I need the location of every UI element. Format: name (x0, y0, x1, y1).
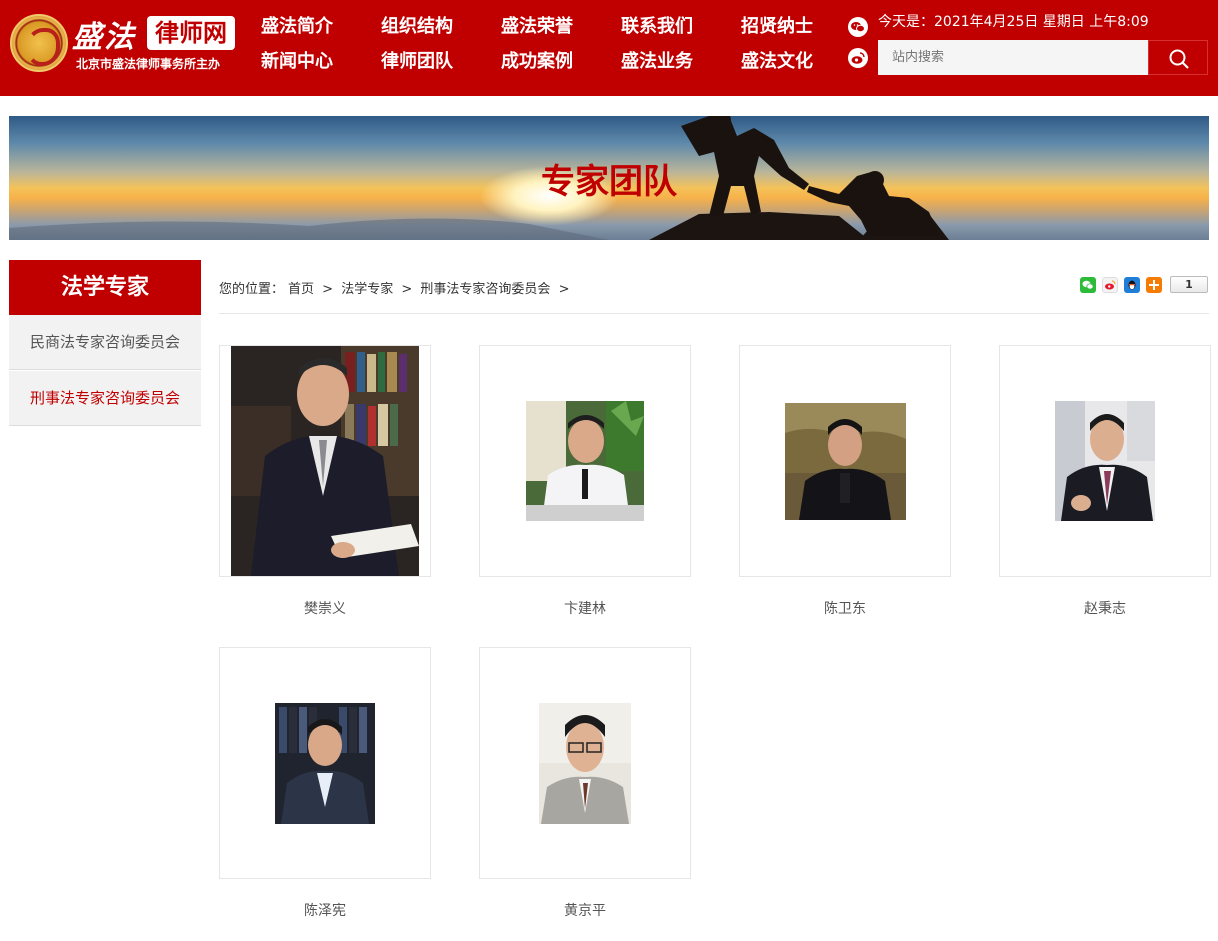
nav-item-recruit[interactable]: 招贤纳士 (741, 12, 813, 38)
expert-card[interactable] (479, 345, 691, 577)
expert-card[interactable] (219, 647, 431, 879)
expert-card[interactable] (739, 345, 951, 577)
breadcrumb-separator: > (322, 282, 334, 297)
expert-photo (785, 403, 906, 520)
expert-photo (539, 703, 631, 824)
expert-card[interactable] (479, 647, 691, 879)
sidebar-item-civil-commercial[interactable]: 民商法专家咨询委员会 (9, 315, 201, 370)
site-logo[interactable]: 盛法 律师网 北京市盛法律师事务所主办 (10, 12, 235, 74)
nav-item-honors[interactable]: 盛法荣誉 (501, 12, 573, 38)
current-date: 今天是：2021年4月25日 星期日 上午8:09 (878, 14, 1149, 30)
breadcrumb-prefix: 您的位置： (219, 282, 285, 297)
nav-item-business[interactable]: 盛法业务 (621, 47, 693, 73)
expert-name[interactable]: 陈泽宪 (219, 900, 431, 920)
search-icon (1169, 49, 1189, 69)
sidebar-title: 法学专家 (9, 260, 201, 315)
nav-item-contact[interactable]: 联系我们 (621, 12, 693, 38)
banner-title: 专家团队 (541, 162, 677, 202)
nav-item-structure[interactable]: 组织结构 (381, 12, 453, 38)
expert-name[interactable]: 黄京平 (479, 900, 691, 920)
expert-name[interactable]: 樊崇义 (219, 598, 431, 618)
breadcrumb-separator: > (401, 282, 413, 297)
expert-photo (526, 401, 644, 521)
expert-card[interactable] (999, 345, 1211, 577)
search-input[interactable] (878, 40, 1148, 75)
expert-photo (275, 703, 375, 824)
expert-photo (1055, 401, 1155, 521)
page-banner: 专家团队 (9, 116, 1209, 240)
weibo-icon[interactable] (848, 48, 868, 68)
expert-name[interactable]: 卞建林 (479, 598, 691, 618)
expert-card[interactable] (219, 345, 431, 577)
qq-icon[interactable] (1124, 277, 1140, 293)
share-count: 1 (1170, 276, 1208, 293)
more-icon[interactable] (1146, 277, 1162, 293)
expert-name[interactable]: 陈卫东 (739, 598, 951, 618)
content-divider (219, 313, 1209, 314)
nav-item-intro[interactable]: 盛法简介 (261, 12, 333, 38)
sidebar-item-criminal[interactable]: 刑事法专家咨询委员会 (9, 371, 201, 426)
nav-item-cases[interactable]: 成功案例 (501, 47, 573, 73)
logo-badge: 律师网 (147, 16, 235, 50)
logo-subtitle: 北京市盛法律师事务所主办 (76, 57, 221, 71)
logo-seal-icon (10, 14, 68, 72)
expert-name[interactable]: 赵秉志 (999, 598, 1211, 618)
logo-script-text: 盛法 (72, 20, 136, 55)
weibo-icon[interactable] (1102, 277, 1118, 293)
breadcrumb-criminal[interactable]: 刑事法专家咨询委员会 (420, 282, 550, 297)
search-button[interactable] (1148, 40, 1208, 75)
nav-item-team[interactable]: 律师团队 (381, 47, 453, 73)
breadcrumb: 您的位置： 首页 > 法学专家 > 刑事法专家咨询委员会 > (219, 278, 573, 297)
expert-photo (231, 346, 419, 576)
nav-item-culture[interactable]: 盛法文化 (741, 47, 813, 73)
breadcrumb-home[interactable]: 首页 (288, 282, 314, 297)
site-header: 盛法 律师网 北京市盛法律师事务所主办 盛法简介 组织结构 盛法荣誉 联系我们 … (0, 0, 1218, 96)
breadcrumb-separator: > (558, 282, 570, 297)
wechat-icon[interactable] (848, 17, 868, 37)
nav-item-news[interactable]: 新闻中心 (261, 47, 333, 73)
wechat-icon[interactable] (1080, 277, 1096, 293)
breadcrumb-experts[interactable]: 法学专家 (341, 282, 393, 297)
